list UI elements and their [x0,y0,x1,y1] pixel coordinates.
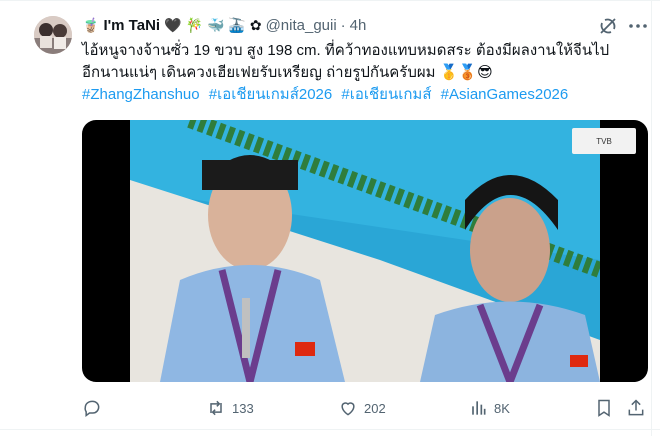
retweet-icon [210,400,222,416]
tweet-text: ไอ้หนูจางจ้านซั่ว 19 ขวบ สูง 198 cm. ที่… [82,40,642,106]
tweet-card[interactable]: 🧋 I'm TaNi 🖤 🎋 🐳 🚠 ✿ @nita_guii · 4h ไอ้… [0,0,660,436]
divider [0,0,660,1]
sunglasses-emoji: 😎 [477,64,493,81]
hashtag-link[interactable]: #AsianGames2026 [441,86,569,103]
name-emoji: ✿ [249,17,262,33]
like-count: 202 [364,400,386,416]
bookmark-icon [598,399,610,417]
grok-icon[interactable] [596,14,620,38]
timestamp[interactable]: 4h [350,17,367,34]
author-name[interactable]: I'm TaNi [103,17,160,34]
like-button[interactable]: 202 [338,396,386,420]
name-emoji: 🖤 [164,17,182,33]
share-button[interactable] [626,396,646,420]
retweet-button[interactable]: 133 [206,396,254,420]
name-emoji: 🐳 [206,17,225,33]
share-icon [628,399,644,416]
video-frame [130,120,600,382]
avatar[interactable] [34,16,72,54]
hashtag-link[interactable]: #เอเชียนเกมส์ [341,86,431,103]
tweet-header: 🧋 I'm TaNi 🖤 🎋 🐳 🚠 ✿ @nita_guii · 4h [82,14,366,36]
name-emoji: 🧋 [82,17,100,33]
views-button[interactable]: 8K [468,396,510,420]
video-media[interactable]: TVB [82,120,648,382]
more-icon[interactable] [626,14,650,38]
broadcaster-logo: TVB [572,128,636,154]
hashtag-link[interactable]: #เอเชียนเกมส์2026 [209,86,332,103]
retweet-count: 133 [232,400,254,416]
gold-medal-emoji: 🥇 [439,64,459,81]
hashtag-link[interactable]: #ZhangZhanshuo [82,86,200,103]
tweet-text-line: ไอ้หนูจางจ้านซั่ว 19 ขวบ สูง 198 cm. ที่… [82,42,610,59]
hashtag-list: #ZhangZhanshuo #เอเชียนเกมส์2026 #เอเชีย… [82,84,642,106]
bronze-medal-emoji: 🥉 [458,64,478,81]
bookmark-button[interactable] [594,396,614,420]
divider [651,0,652,436]
action-bar: 133 202 8K [82,396,648,420]
views-icon [472,401,486,415]
reply-button[interactable] [82,396,108,420]
views-count: 8K [494,400,510,416]
name-emoji: 🎋 [185,17,203,33]
separator-dot: · [340,16,346,34]
name-emoji: 🚠 [228,17,246,33]
heart-icon [341,402,355,416]
tweet-text-line: อีกนานแน่ๆ เดินควงเฮียเฟยรับเหรียญ ถ่ายร… [82,62,642,84]
reply-icon [84,400,100,417]
divider [0,429,660,430]
author-handle[interactable]: @nita_guii [266,17,337,34]
tweet-text-line2: อีกนานแน่ๆ เดินควงเฮียเฟยรับเหรียญ ถ่ายร… [82,64,436,81]
broadcaster-logo-text: TVB [596,136,612,146]
